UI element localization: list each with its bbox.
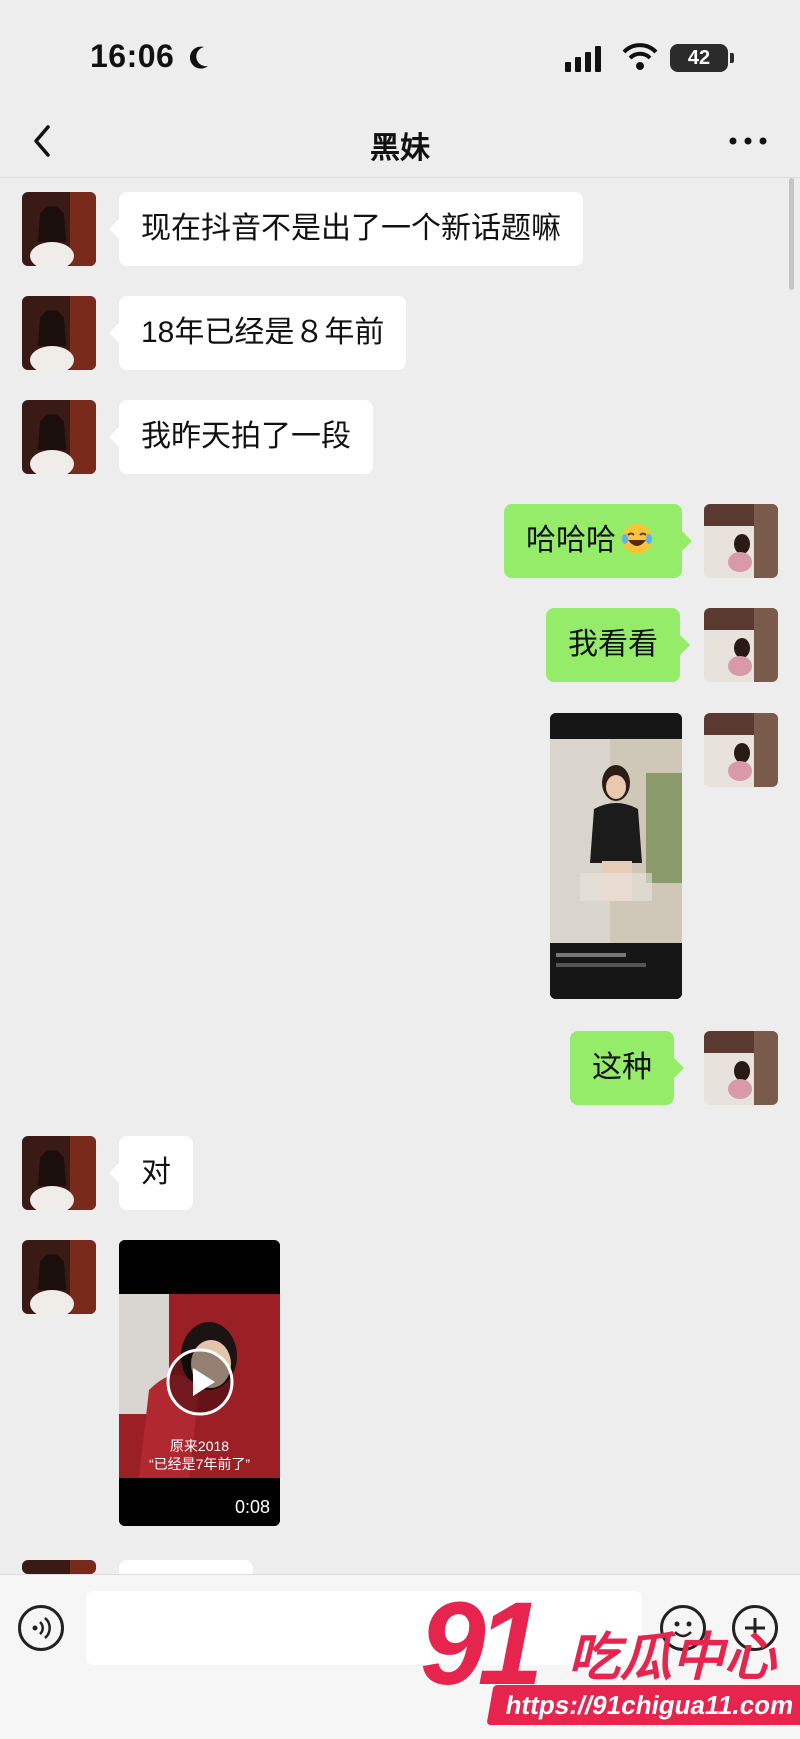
- message-bubble-incoming[interactable]: [119, 1560, 253, 1574]
- contact-avatar[interactable]: [22, 192, 96, 266]
- my-avatar[interactable]: [704, 504, 778, 578]
- chat-title: 黑妹: [370, 132, 430, 165]
- watermark: 91 吃瓜中心 https://91chigua11.com: [420, 1585, 800, 1735]
- contact-avatar[interactable]: [22, 1136, 96, 1210]
- contact-avatar[interactable]: [22, 296, 96, 370]
- message-bubble-incoming[interactable]: 现在抖音不是出了一个新话题嘛: [109, 192, 583, 266]
- scrollbar[interactable]: [789, 178, 794, 290]
- contact-avatar[interactable]: [22, 400, 96, 474]
- more-icon[interactable]: [728, 133, 768, 149]
- moon-icon: [190, 46, 208, 69]
- play-icon[interactable]: [164, 1346, 236, 1418]
- message-bubble-outgoing[interactable]: 哈哈哈: [504, 504, 692, 578]
- watermark-url: https://91chigua11.com: [486, 1685, 800, 1725]
- contact-avatar[interactable]: [22, 1560, 96, 1574]
- voice-button[interactable]: [18, 1605, 64, 1651]
- message-text: 哈哈哈: [526, 524, 616, 557]
- chat-header: 黑妹: [0, 105, 800, 178]
- signal-icon: [565, 46, 601, 72]
- watermark-text: 吃瓜中心: [568, 1629, 777, 1687]
- status-bar: 16:06 42: [0, 0, 800, 110]
- my-avatar[interactable]: [704, 713, 778, 787]
- laughing-tears-emoji-icon: [622, 524, 652, 555]
- message-bubble-outgoing[interactable]: 我看看: [546, 608, 690, 682]
- my-avatar[interactable]: [704, 608, 778, 682]
- screenshot-image[interactable]: [550, 713, 682, 999]
- video-message[interactable]: 原来2018 “已经是7年前了” 0:08: [119, 1240, 280, 1526]
- battery-indicator: 42: [670, 44, 734, 72]
- voice-icon: [32, 1617, 51, 1639]
- contact-avatar[interactable]: [22, 1240, 96, 1314]
- wifi-icon: [622, 43, 658, 70]
- message-bubble-incoming[interactable]: 对: [109, 1136, 193, 1210]
- message-bubble-incoming[interactable]: 我昨天拍了一段: [109, 400, 373, 474]
- status-time: 16:06: [90, 38, 175, 74]
- video-caption-line1: 原来2018: [169, 1438, 230, 1454]
- video-caption-line2: “已经是7年前了”: [148, 1456, 251, 1472]
- message-bubble-outgoing[interactable]: 这种: [570, 1031, 684, 1105]
- video-duration: 0:08: [234, 1497, 270, 1517]
- my-avatar[interactable]: [704, 1031, 778, 1105]
- message-bubble-incoming[interactable]: 18年已经是８年前: [108, 296, 407, 370]
